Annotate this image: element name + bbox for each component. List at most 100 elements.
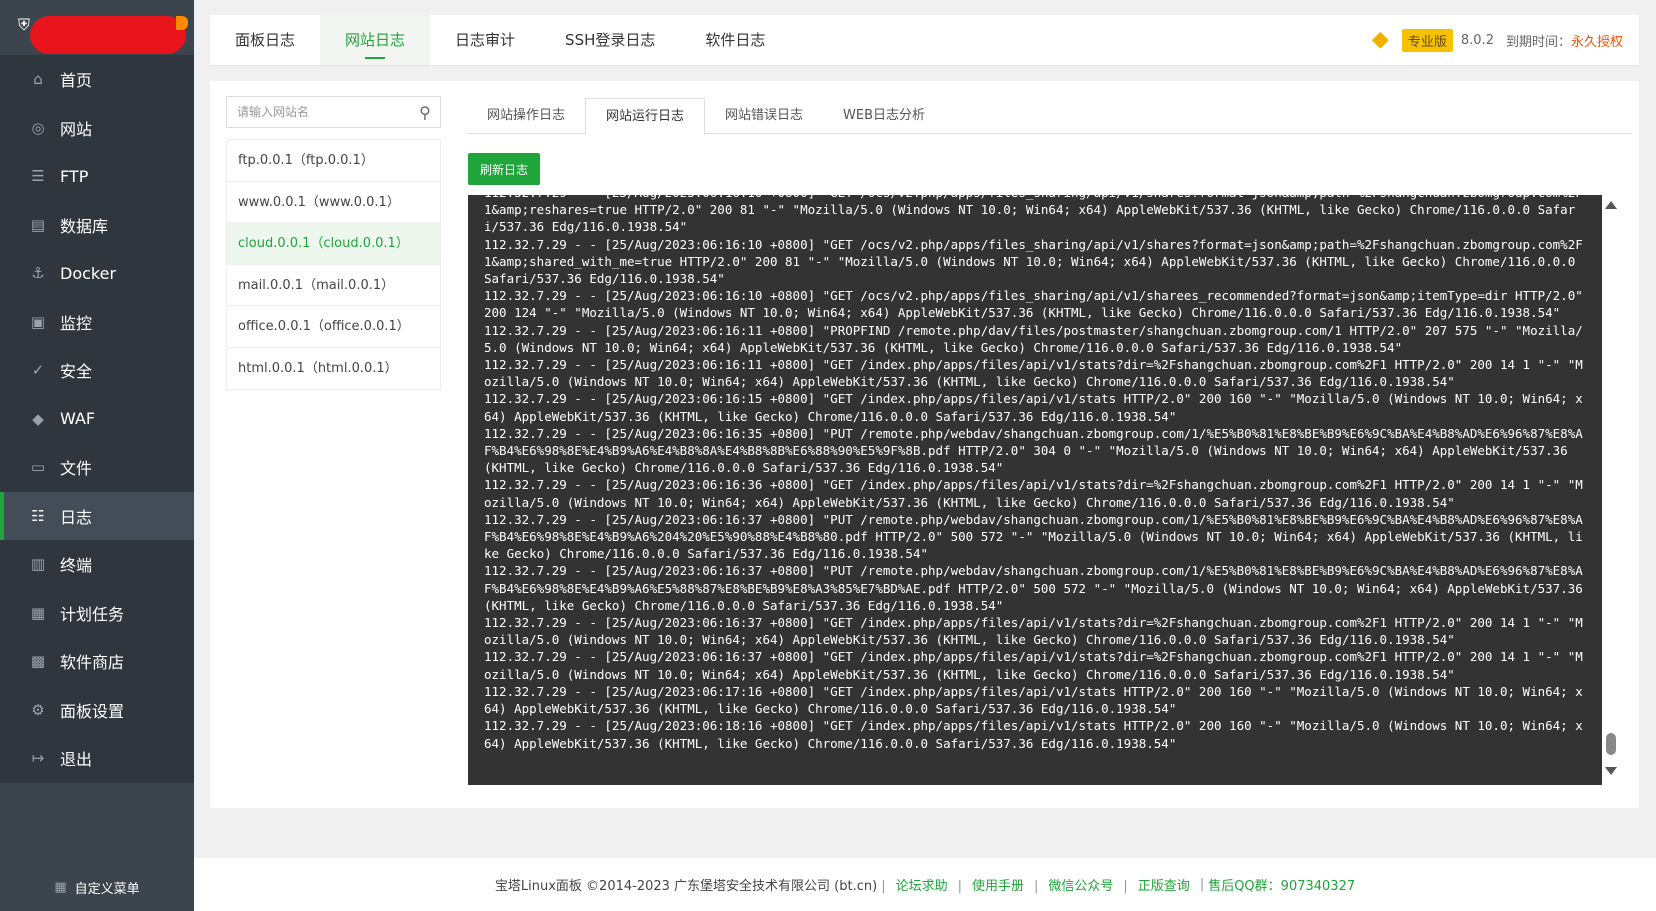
sidebar-item[interactable]: ⚓ Docker xyxy=(0,249,194,298)
sidebar-item[interactable]: ◆ WAF xyxy=(0,395,194,444)
sidebar-item-label: 文件 xyxy=(60,459,93,479)
scroll-down-arrow-icon[interactable] xyxy=(1605,767,1617,775)
sidebar-item-label: 计划任务 xyxy=(60,604,125,624)
sidebar-item[interactable]: ☷ 日志 xyxy=(0,491,194,540)
site-list-item[interactable]: html.0.0.1（html.0.0.1） xyxy=(227,348,440,390)
footer-separator: | xyxy=(1034,879,1039,894)
shield-check-icon: ✓ xyxy=(31,361,45,380)
log-sub-tab[interactable]: 网站操作日志 xyxy=(467,98,585,134)
top-tab[interactable]: 网站日志 xyxy=(320,15,431,65)
log-sub-tabs: 网站操作日志 网站运行日志 网站错误日志 WEB日志分析 xyxy=(467,98,1632,135)
folder-icon: ▭ xyxy=(30,458,46,477)
sidebar-item[interactable]: ◎ 网站 xyxy=(0,104,194,153)
top-tab[interactable]: 面板日志 xyxy=(210,15,320,65)
sidebar-item[interactable]: ▥ 终端 xyxy=(0,540,194,589)
search-icon[interactable]: ⚲ xyxy=(410,97,440,127)
top-tab[interactable]: 日志审计 xyxy=(430,15,540,65)
scrollbar-thumb[interactable] xyxy=(1606,733,1616,755)
expire-value[interactable]: 永久授权 xyxy=(1571,31,1623,50)
sidebar-item[interactable]: ☰ FTP xyxy=(0,152,194,201)
copyright-text: 宝塔Linux面板 ©2014-2023 广东堡塔安全技术有限公司 (bt.cn… xyxy=(494,879,878,894)
site-search-input[interactable] xyxy=(227,97,410,127)
footer-links: | 论坛求助 | 使用手册 | 微信公众号 | 正版查询 xyxy=(877,875,1196,894)
sidebar-item-label: 退出 xyxy=(60,750,93,770)
database-icon: ▤ xyxy=(30,215,46,234)
sidebar-item[interactable]: ↦ 退出 xyxy=(0,734,194,783)
sidebar-item-label: 软件商店 xyxy=(60,653,125,673)
notification-badge xyxy=(176,16,188,30)
site-list-item[interactable]: mail.0.0.1（mail.0.0.1） xyxy=(227,265,440,306)
sidebar-item-label: 日志 xyxy=(60,507,93,527)
redacted-hostname xyxy=(30,16,186,54)
sidebar-item-label: 监控 xyxy=(60,313,93,333)
sidebar-item[interactable]: ✓ 安全 xyxy=(0,346,194,395)
site-list-item[interactable]: office.0.0.1（office.0.0.1） xyxy=(227,306,440,348)
footer-link[interactable]: 使用手册 xyxy=(972,879,1024,894)
footer-separator: | xyxy=(1123,879,1128,894)
footer-separator: | xyxy=(881,879,886,894)
pro-badge[interactable]: ◆ 专业版 xyxy=(1371,27,1453,52)
expire-label: 到期时间： xyxy=(1505,34,1571,50)
refresh-log-button[interactable]: 刷新日志 xyxy=(468,153,541,185)
log-sub-tab[interactable]: 网站错误日志 xyxy=(705,98,823,134)
sidebar-menu: ⌂ 首页 ◎ 网站 ☰ FTP ▤ 数据库 ⚓ Docker ▣ 监控 ✓ 安全 ◆ WAF ▭ 文件 ☷ 日志 ▥ 终端… xyxy=(0,55,194,783)
sidebar-item-label: 安全 xyxy=(60,362,93,382)
license-info: ◆ 专业版 8.0.2 到期时间： 永久授权 xyxy=(1372,15,1623,65)
globe-icon: ◎ xyxy=(31,118,45,137)
sidebar-item-label: FTP xyxy=(60,166,89,186)
terminal-icon: ▥ xyxy=(30,555,46,574)
top-tab[interactable]: SSH登录日志 xyxy=(540,15,680,65)
main-panel: ⚲ ftp.0.0.1（ftp.0.0.1）www.0.0.1（www.0.0.… xyxy=(210,81,1639,808)
site-list-item[interactable]: www.0.0.1（www.0.0.1） xyxy=(227,182,440,223)
logout-icon: ↦ xyxy=(31,749,45,768)
sidebar-item-label: 网站 xyxy=(60,119,93,139)
log-sub-tab[interactable]: 网站运行日志 xyxy=(585,98,706,135)
sidebar-item[interactable]: ▭ 文件 xyxy=(0,443,194,492)
grid-icon: ▦ xyxy=(54,880,67,895)
sidebar-item-label: WAF xyxy=(60,409,96,429)
site-list-item[interactable]: ftp.0.0.1（ftp.0.0.1） xyxy=(227,140,440,182)
sidebar-item[interactable]: ▤ 数据库 xyxy=(0,201,194,250)
top-navigation: 面板日志 网站日志 日志审计 SSH登录日志 软件日志 ◆ 专业版 8.0.2 到期时间… xyxy=(210,15,1639,65)
custom-menu-label: 自定义菜单 xyxy=(74,882,140,897)
logo-area: ⛨ xyxy=(0,0,194,54)
footer-separator: | xyxy=(957,879,962,894)
qq-group-text: 售后QQ群：907340327 xyxy=(1208,879,1356,894)
log-viewer[interactable]: 112.32.7.29 - - [25/Aug/2023:06:16:10 +0… xyxy=(468,195,1602,785)
sidebar-item[interactable]: ▣ 监控 xyxy=(0,298,194,347)
site-list-item[interactable]: cloud.0.0.1（cloud.0.0.1） xyxy=(227,223,440,265)
sidebar: ⛨ ⌂ 首页 ◎ 网站 ☰ FTP ▤ 数据库 ⚓ Docker ▣ 监控 ✓ 安全 ◆ WAF ▭ 文件 ☷ 日志 ▥… xyxy=(0,0,194,911)
custom-menu-button[interactable]: ▦ 自定义菜单 xyxy=(0,878,194,897)
monitor-icon: ▣ xyxy=(30,312,46,331)
top-tab[interactable]: 软件日志 xyxy=(680,15,790,65)
footer-link[interactable]: 论坛求助 xyxy=(896,879,948,894)
sidebar-item-label: 面板设置 xyxy=(60,701,125,721)
waf-shield-icon: ◆ xyxy=(32,409,44,428)
sidebar-item-label: 数据库 xyxy=(60,216,109,236)
footer-link[interactable]: 正版查询 xyxy=(1138,879,1190,894)
sidebar-item-label: Docker xyxy=(60,263,117,283)
docker-icon: ⚓ xyxy=(31,264,45,283)
log-sub-tab[interactable]: WEB日志分析 xyxy=(823,98,945,134)
footer-separator: | xyxy=(1199,877,1205,892)
sidebar-item-label: 首页 xyxy=(60,71,93,91)
ftp-icon: ☰ xyxy=(31,167,45,186)
log-text: 112.32.7.29 - - [25/Aug/2023:06:16:10 +0… xyxy=(484,195,1583,751)
gear-icon: ⚙ xyxy=(31,700,45,719)
apps-grid-icon: ▩ xyxy=(30,652,46,671)
site-list: ftp.0.0.1（ftp.0.0.1） www.0.0.1（www.0.0.1）… xyxy=(226,139,441,390)
pro-label: 专业版 xyxy=(1401,28,1453,52)
log-scrollbar[interactable] xyxy=(1602,195,1620,785)
sidebar-item[interactable]: ▦ 计划任务 xyxy=(0,589,194,638)
home-icon: ⌂ xyxy=(33,70,43,89)
footer-link[interactable]: 微信公众号 xyxy=(1048,879,1113,894)
sidebar-item[interactable]: ▩ 软件商店 xyxy=(0,637,194,686)
scroll-up-arrow-icon[interactable] xyxy=(1605,201,1617,209)
calendar-icon: ▦ xyxy=(30,603,46,622)
diamond-icon: ◆ xyxy=(1371,27,1389,52)
sidebar-item[interactable]: ⌂ 首页 xyxy=(0,55,194,104)
sidebar-item[interactable]: ⚙ 面板设置 xyxy=(0,686,194,735)
version-text: 8.0.2 xyxy=(1460,32,1494,48)
sidebar-item-label: 终端 xyxy=(60,556,93,576)
footer: 宝塔Linux面板 ©2014-2023 广东堡塔安全技术有限公司 (bt.cn… xyxy=(194,858,1656,911)
